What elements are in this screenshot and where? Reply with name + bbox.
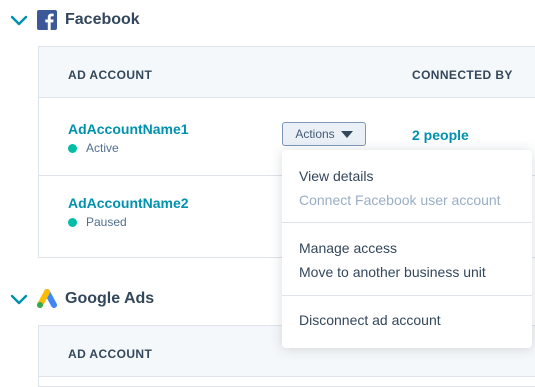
menu-item-disconnect-ad-account[interactable]: Disconnect ad account xyxy=(299,312,441,328)
menu-item-manage-access[interactable]: Manage access xyxy=(299,240,397,256)
column-header-ad-account: AD ACCOUNT xyxy=(68,347,153,361)
menu-divider xyxy=(282,295,532,296)
column-header-connected-by: CONNECTED BY xyxy=(412,68,513,82)
ad-account-name-link[interactable]: AdAccountName2 xyxy=(68,195,189,211)
table-header: AD ACCOUNT CONNECTED BY xyxy=(39,47,535,98)
status-badge: Active xyxy=(68,141,119,155)
actions-dropdown-button[interactable]: Actions xyxy=(282,122,366,146)
google-ads-logo-icon xyxy=(37,289,57,308)
status-text: Active xyxy=(86,141,119,155)
facebook-section-title: Facebook xyxy=(65,11,140,28)
connected-by-people-link[interactable]: 2 people xyxy=(412,127,469,143)
chevron-down-icon[interactable] xyxy=(10,290,28,308)
status-badge: Paused xyxy=(68,215,127,229)
menu-item-connect-facebook-user: Connect Facebook user account xyxy=(299,192,501,208)
ad-account-name-link[interactable]: AdAccountName1 xyxy=(68,121,189,137)
menu-item-move-business-unit[interactable]: Move to another business unit xyxy=(299,264,486,280)
actions-dropdown-menu: View details Connect Facebook user accou… xyxy=(282,150,532,348)
status-text: Paused xyxy=(86,215,127,229)
google-ads-section-header[interactable]: Google Ads xyxy=(10,287,154,311)
facebook-section-header[interactable]: Facebook xyxy=(10,8,140,32)
menu-item-view-details[interactable]: View details xyxy=(299,168,373,184)
menu-divider xyxy=(282,222,532,223)
status-dot-icon xyxy=(68,143,77,153)
column-header-ad-account: AD ACCOUNT xyxy=(68,68,153,82)
status-dot-icon xyxy=(68,217,77,227)
chevron-down-icon[interactable] xyxy=(10,11,28,29)
caret-down-icon xyxy=(340,130,353,138)
google-ads-section-title: Google Ads xyxy=(65,290,155,307)
actions-button-label: Actions xyxy=(295,127,335,141)
facebook-logo-icon xyxy=(37,10,57,30)
